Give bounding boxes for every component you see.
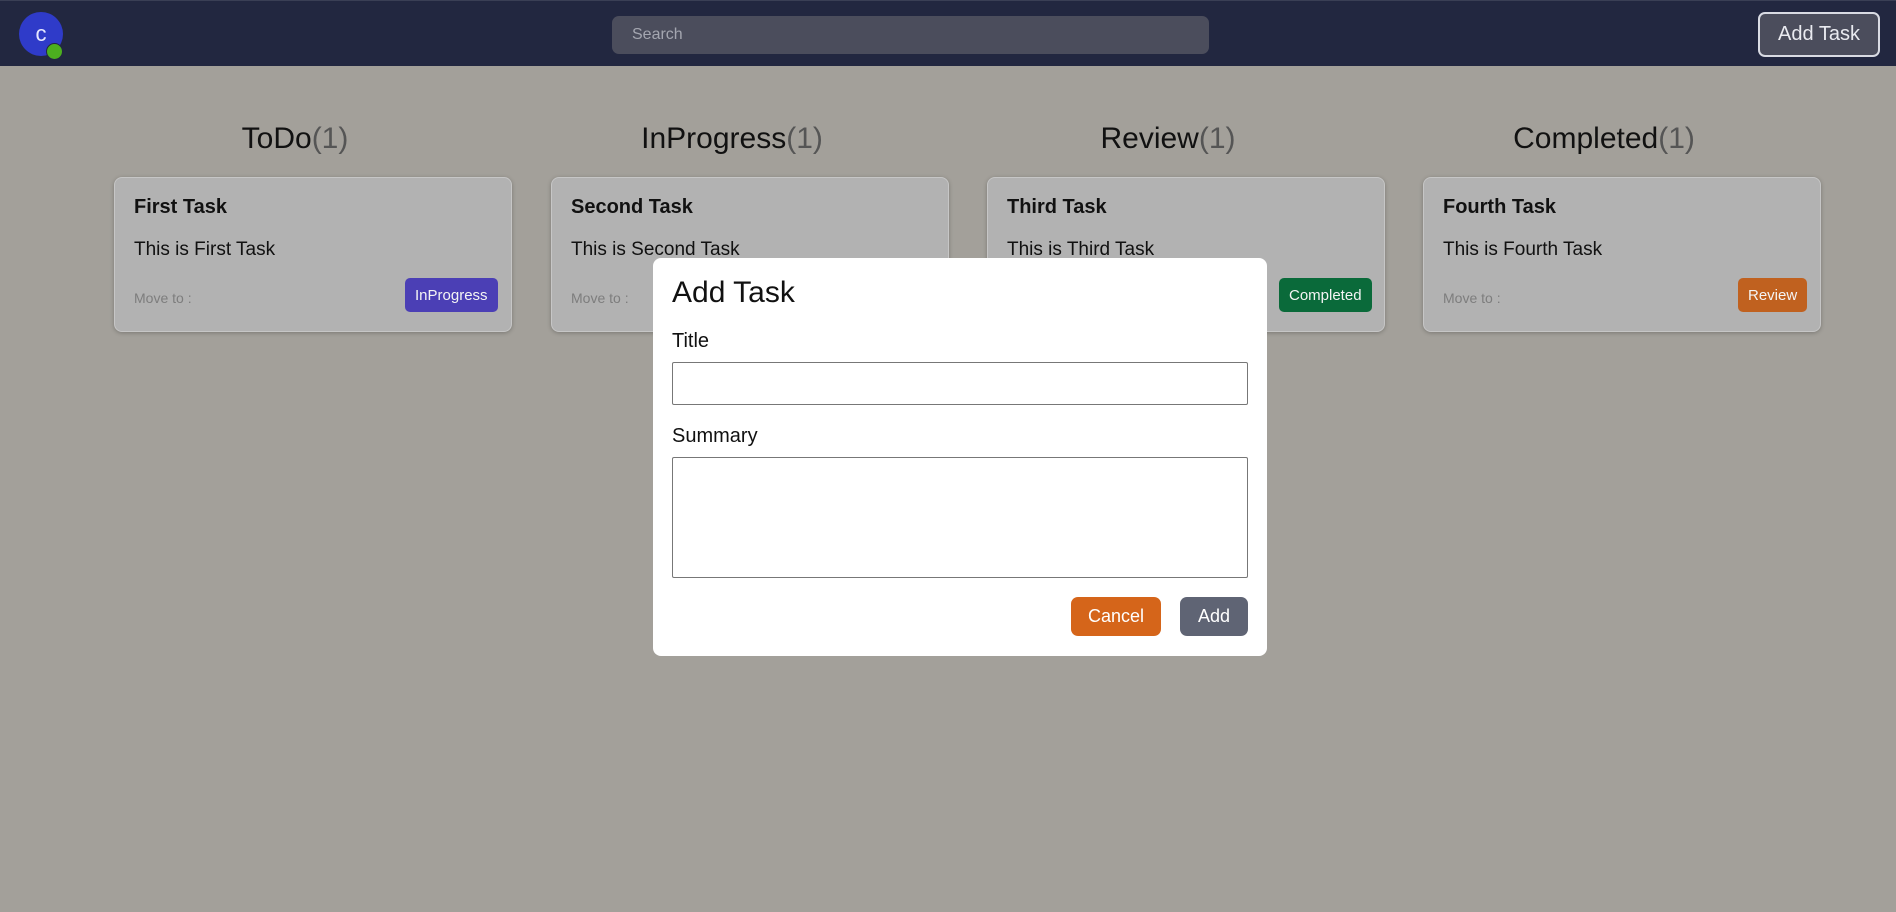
task-summary: This is First Task <box>134 239 276 260</box>
search-input[interactable] <box>612 16 1209 54</box>
move-to-review-button[interactable]: Review <box>1738 278 1808 312</box>
modal-title: Add Task <box>672 276 795 309</box>
column-title: ToDo <box>241 122 312 155</box>
column-header-inprogress: InProgress(1) <box>532 122 932 156</box>
task-card-first[interactable]: First Task This is First Task Move to : … <box>114 177 512 332</box>
task-title: Third Task <box>1007 196 1107 218</box>
add-task-button[interactable]: Add Task <box>1758 12 1880 57</box>
cancel-button[interactable]: Cancel <box>1071 597 1161 636</box>
online-status-dot <box>46 43 63 60</box>
task-title: Second Task <box>571 196 693 218</box>
move-to-label: Move to : <box>1443 290 1501 306</box>
column-header-todo: ToDo(1) <box>95 122 495 156</box>
column-title: Completed <box>1513 122 1659 155</box>
move-to-completed-button[interactable]: Completed <box>1279 278 1372 312</box>
column-count: (1) <box>786 122 823 155</box>
title-input[interactable] <box>672 362 1248 405</box>
column-count: (1) <box>1198 122 1236 155</box>
task-title: First Task <box>134 196 227 218</box>
move-to-inprogress-button[interactable]: InProgress <box>405 278 498 312</box>
add-task-modal: Add Task Title Summary Cancel Add <box>653 258 1267 656</box>
add-button[interactable]: Add <box>1180 597 1248 636</box>
task-title: Fourth Task <box>1443 196 1556 218</box>
column-header-completed: Completed(1) <box>1404 122 1804 156</box>
column-title: InProgress <box>641 122 787 155</box>
move-to-label: Move to : <box>134 290 192 306</box>
summary-label: Summary <box>672 425 758 447</box>
task-summary: This is Fourth Task <box>1443 239 1603 260</box>
column-title: Review <box>1100 122 1199 155</box>
title-label: Title <box>672 330 710 352</box>
move-to-label: Move to : <box>571 290 629 306</box>
column-header-review: Review(1) <box>968 122 1368 156</box>
task-card-fourth[interactable]: Fourth Task This is Fourth Task Move to … <box>1423 177 1821 332</box>
avatar-letter: c <box>35 21 47 46</box>
column-count: (1) <box>311 122 349 155</box>
top-navbar: c Add Task <box>0 0 1896 66</box>
column-count: (1) <box>1658 122 1695 155</box>
summary-input[interactable] <box>672 457 1248 578</box>
